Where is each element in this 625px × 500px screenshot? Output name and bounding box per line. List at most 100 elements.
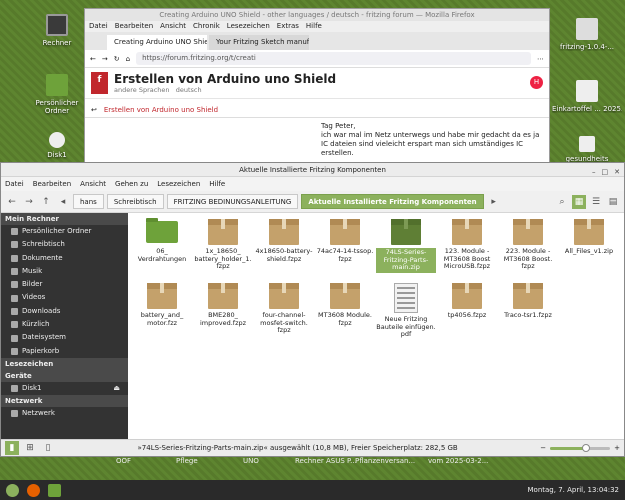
menu-item[interactable]: Ansicht — [160, 21, 186, 32]
sidebar-item-network[interactable]: Netzwerk — [1, 407, 128, 420]
icon-view-icon[interactable]: ▦ — [572, 194, 586, 209]
url-bar[interactable]: https://forum.fritzing.org/t/creati — [136, 52, 531, 65]
file-item[interactable]: four-channel- mosfet-switch. fzpz — [254, 283, 314, 335]
sidebar-item-videos[interactable]: Videos — [1, 291, 128, 304]
file-item[interactable]: 223. Module - MT3608 Boost. fzpz — [498, 219, 558, 271]
file-item[interactable]: Neue Fritzing Bauteile einfügen. pdf — [376, 283, 436, 339]
breadcrumb-home[interactable]: hans — [73, 194, 104, 209]
file-item[interactable]: 06_ Verdrahtungen — [132, 218, 192, 263]
zoom-out-icon[interactable]: − — [540, 444, 546, 452]
archive-icon — [208, 219, 238, 245]
zoom-fill — [550, 446, 587, 450]
category-tag[interactable]: andere Sprachen — [114, 86, 170, 94]
file-item[interactable]: 4x18650-battery- shield.fzpz — [254, 219, 314, 263]
sidebar-item-downloads[interactable]: Downloads — [1, 305, 128, 318]
path-next-icon[interactable]: ▸ — [487, 195, 501, 209]
tab-forum[interactable]: Creating Arduino UNO Shie — [107, 35, 207, 50]
firefox-taskbar-icon[interactable] — [27, 483, 40, 497]
file-item[interactable]: BME280_ improved.fzpz — [193, 283, 253, 327]
back-icon[interactable]: ← — [5, 195, 19, 209]
menu-item[interactable]: Hilfe — [209, 177, 225, 191]
up-icon[interactable]: ↑ — [39, 195, 53, 209]
zoom-in-icon[interactable]: + — [614, 444, 620, 452]
menu-item[interactable]: Lesezeichen — [227, 21, 270, 32]
desktop-icon-doc[interactable]: gesundheits — [552, 136, 622, 163]
hide-sidebar-icon[interactable]: ▯ — [41, 441, 55, 455]
files-taskbar-icon[interactable] — [48, 483, 61, 497]
disc-icon — [49, 132, 65, 148]
archive-icon — [330, 283, 360, 309]
file-item[interactable]: battery_and_ motor.fzz — [132, 283, 192, 327]
breadcrumb-desktop[interactable]: Schreibtisch — [106, 194, 164, 209]
desktop-icon-pdf[interactable]: Einkartoffel ... 2025.pdf — [552, 80, 622, 113]
file-item[interactable]: 74ac74-14-tssop. fzpz — [315, 219, 375, 263]
desktop-icon-fritzing[interactable]: fritzing-1.0.4-... — [552, 18, 622, 51]
reload-icon[interactable]: ↻ — [114, 55, 120, 63]
menu-item[interactable]: Ansicht — [80, 177, 106, 191]
maximize-icon[interactable]: □ — [602, 165, 609, 179]
zoom-slider[interactable] — [550, 443, 611, 452]
sidebar-item-pictures[interactable]: Bilder — [1, 278, 128, 291]
extensions-icon[interactable]: ⋯ — [537, 55, 544, 63]
home-icon[interactable]: ⌂ — [126, 55, 130, 63]
mint-menu-icon[interactable] — [6, 483, 19, 497]
eject-icon[interactable]: ⏏ — [113, 382, 120, 395]
file-item[interactable]: 123. Module - MT3608 Boost MicroUSB.fzpz — [437, 219, 497, 271]
compact-view-icon[interactable]: ▤ — [606, 195, 620, 209]
forward-icon[interactable]: → — [102, 55, 108, 63]
sidebar-item-music[interactable]: Musik — [1, 265, 128, 278]
user-avatar[interactable]: H — [530, 76, 543, 89]
sidebar-item-filesystem[interactable]: Dateisystem — [1, 331, 128, 344]
breadcrumb-current[interactable]: Aktuelle Installierte Fritzing Komponent… — [301, 194, 484, 209]
settings-icon — [576, 18, 598, 40]
sidebar-item-disk1[interactable]: Disk1 ⏏ — [1, 382, 128, 395]
file-item[interactable]: 74LS-Series- Fritzing-Parts- main.zip — [376, 219, 436, 273]
path-toggle-icon[interactable]: ◂ — [56, 195, 70, 209]
desktop-icon-home[interactable]: Persönlicher Ordner — [22, 74, 92, 115]
topic-title[interactable]: Erstellen von Arduino uno Shield — [114, 72, 336, 86]
home-icon — [11, 228, 18, 236]
menu-item[interactable]: Gehen zu — [115, 177, 148, 191]
sidebar-item-trash[interactable]: Papierkorb — [1, 345, 128, 358]
sidebar-item-documents[interactable]: Dokumente — [1, 252, 128, 265]
menu-item[interactable]: Extras — [277, 21, 299, 32]
menu-item[interactable]: Bearbeiten — [115, 21, 153, 32]
archive-icon — [452, 283, 482, 309]
menu-item[interactable]: Hilfe — [306, 21, 322, 32]
menu-item[interactable]: Lesezeichen — [157, 177, 200, 191]
clock[interactable]: Montag, 7. April, 13:04:32 — [528, 486, 619, 494]
menu-item[interactable]: Chronik — [193, 21, 220, 32]
search-icon[interactable]: ⌕ — [555, 195, 569, 209]
menu-item[interactable]: Bearbeiten — [33, 177, 71, 191]
desktop-icon-label: Rechner — [42, 39, 72, 47]
category-tag[interactable]: deutsch — [176, 86, 202, 94]
menu-item[interactable]: Datei — [5, 177, 24, 191]
file-item[interactable]: Traco-tsr1.fzpz — [498, 283, 558, 320]
sidebar-item-recent[interactable]: Kürzlich — [1, 318, 128, 331]
breadcrumb-fritzing[interactable]: FRITZING BEDINUNGSANLEITUNG — [166, 194, 299, 209]
treeview-icon[interactable]: ⊞ — [23, 441, 37, 455]
file-item[interactable]: All_Files_v1.zip — [559, 219, 619, 256]
zoom-handle[interactable] — [582, 443, 591, 452]
file-item[interactable]: 1x_18650_ battery_holder_1. fzpz — [193, 219, 253, 271]
minimize-icon[interactable]: – — [592, 165, 596, 179]
close-icon[interactable]: ✕ — [614, 165, 620, 179]
back-icon[interactable]: ← — [90, 55, 96, 63]
file-item[interactable]: tp4056.fzpz — [437, 283, 497, 320]
reply-icon[interactable]: ↩ — [91, 106, 97, 114]
forward-icon[interactable]: → — [22, 195, 36, 209]
sidebar-item-label: Downloads — [22, 306, 61, 315]
sidebar-item-home[interactable]: Persönlicher Ordner — [1, 225, 128, 238]
sidebar-item-desktop[interactable]: Schreibtisch — [1, 238, 128, 251]
list-view-icon[interactable]: ☰ — [589, 195, 603, 209]
forum-header: f Erstellen von Arduino uno Shield ander… — [85, 68, 549, 99]
file-item[interactable]: MT3608 Module. fzpz — [315, 283, 375, 327]
desktop-icon-label: Disk1 — [47, 151, 67, 159]
recent-icon — [11, 321, 18, 329]
tab-sketch[interactable]: Your Fritzing Sketch manuf — [209, 35, 309, 50]
sidebar-toggle-icon[interactable]: ▮ — [5, 441, 19, 455]
menu-item[interactable]: Datei — [89, 21, 108, 32]
desktop-icon-computer[interactable]: Rechner — [22, 14, 92, 47]
desktop-icon-disk[interactable]: Disk1 — [22, 132, 92, 159]
archive-icon — [391, 219, 421, 245]
